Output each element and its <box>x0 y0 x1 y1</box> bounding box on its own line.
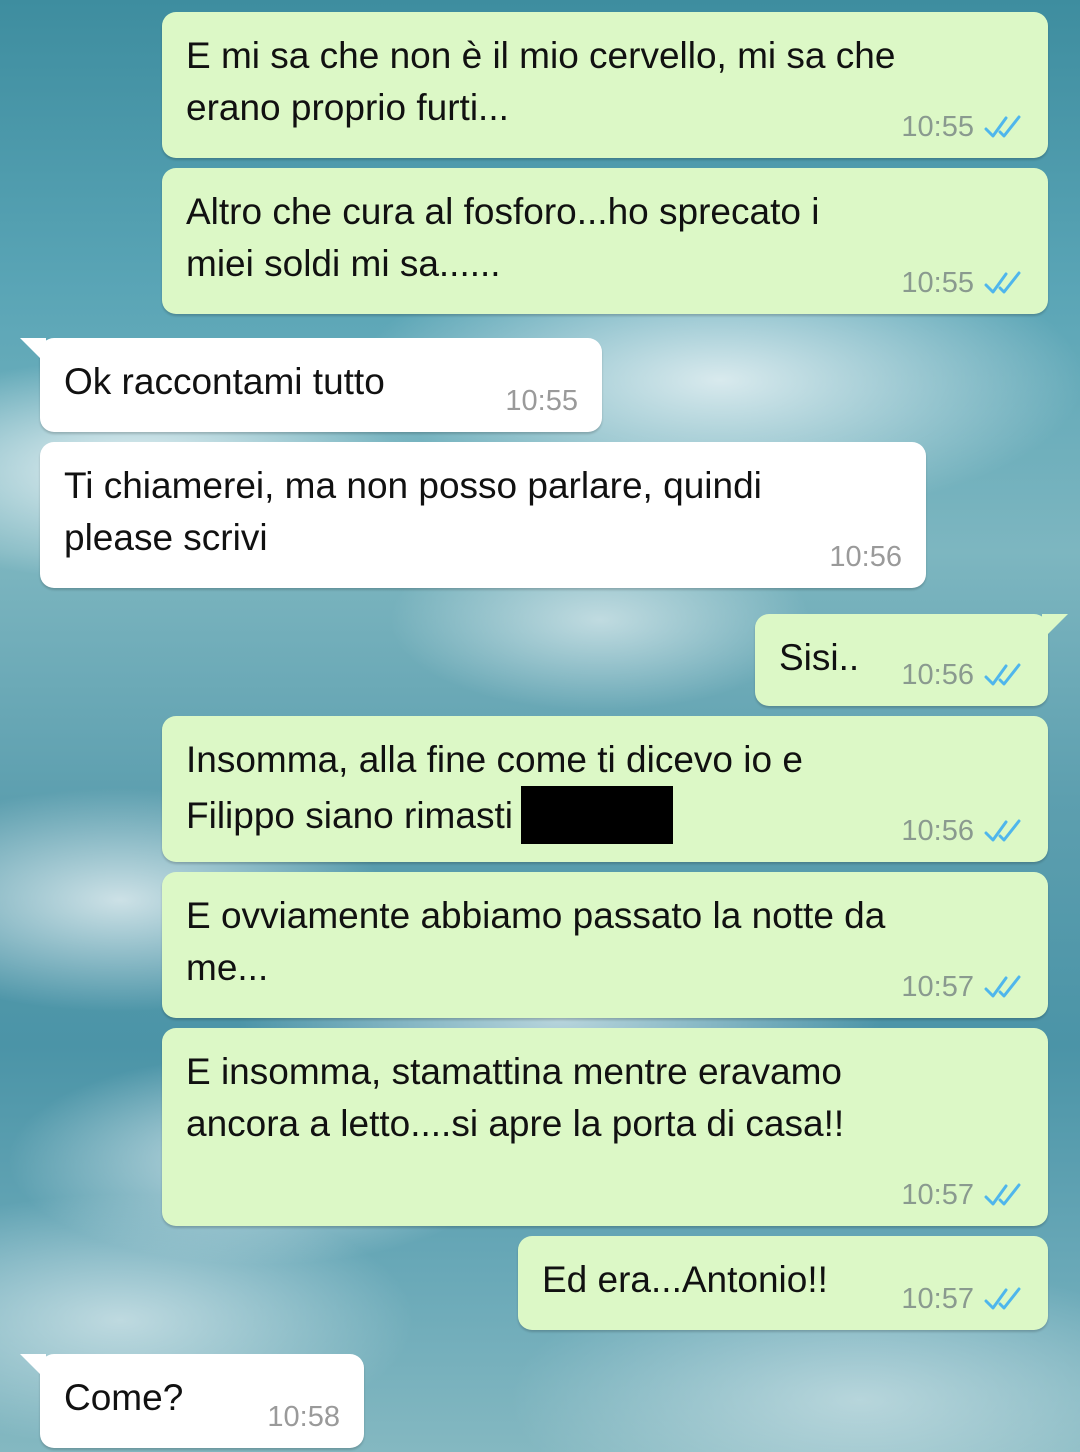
message-meta: 10:56 <box>901 814 1024 848</box>
message-outgoing[interactable]: Ed era...Antonio!! 10:57 <box>518 1236 1048 1330</box>
double-check-icon <box>984 271 1021 294</box>
message-text: Ti chiamerei, ma non posso parlare, quin… <box>64 465 762 558</box>
bubble-tail <box>20 1354 46 1380</box>
message-time: 10:56 <box>901 659 974 691</box>
message-text: Altro che cura al fosforo...ho sprecato … <box>186 191 820 284</box>
message-time: 10:55 <box>505 385 578 417</box>
message-incoming[interactable]: Come? 10:58 <box>20 1354 364 1448</box>
double-check-icon <box>984 1183 1021 1206</box>
double-check-icon <box>984 975 1021 998</box>
message-time: 10:56 <box>901 815 974 847</box>
message-outgoing[interactable]: Insomma, alla fine come ti dicevo io e F… <box>162 716 1048 862</box>
bubble-tail <box>1042 614 1068 640</box>
message-meta: 10:57 <box>901 1282 1024 1316</box>
message-time: 10:56 <box>829 541 902 573</box>
double-check-icon <box>984 663 1021 686</box>
bubble-tail <box>20 338 46 364</box>
message-meta: 10:56 <box>901 658 1024 692</box>
message-outgoing[interactable]: Sisi.. 10:56 <box>755 614 1068 706</box>
message-time: 10:57 <box>901 1179 974 1211</box>
message-text-content: Insomma, alla fine come ti dicevo io e F… <box>186 739 803 836</box>
message-text: E insomma, stamattina mentre eravamo anc… <box>186 1051 845 1144</box>
message-time: 10:55 <box>901 267 974 299</box>
double-check-icon <box>984 1287 1021 1310</box>
message-time: 10:57 <box>901 1283 974 1315</box>
message-text: E mi sa che non è il mio cervello, mi sa… <box>186 35 896 128</box>
double-check-icon <box>984 819 1021 842</box>
message-incoming[interactable]: Ti chiamerei, ma non posso parlare, quin… <box>40 442 926 588</box>
message-outgoing[interactable]: E mi sa che non è il mio cervello, mi sa… <box>162 12 1048 158</box>
message-meta: 10:57 <box>901 970 1024 1004</box>
message-text: E ovviamente abbiamo passato la notte da… <box>186 895 886 988</box>
message-outgoing[interactable]: E insomma, stamattina mentre eravamo anc… <box>162 1028 1048 1226</box>
message-time: 10:57 <box>901 971 974 1003</box>
message-text: Insomma, alla fine come ti dicevo io e F… <box>186 734 1020 844</box>
double-check-icon <box>984 115 1021 138</box>
message-time: 10:58 <box>267 1401 340 1433</box>
message-time: 10:55 <box>901 111 974 143</box>
message-meta: 10:55 <box>901 266 1024 300</box>
message-meta: 10:55 <box>505 384 578 418</box>
message-meta: 10:55 <box>901 110 1024 144</box>
message-text: Ok raccontami tutto <box>64 361 385 402</box>
message-meta: 10:56 <box>829 540 902 574</box>
message-incoming[interactable]: Ok raccontami tutto 10:55 <box>20 338 602 432</box>
chat-thread: E mi sa che non è il mio cervello, mi sa… <box>0 0 1080 1452</box>
message-outgoing[interactable]: E ovviamente abbiamo passato la notte da… <box>162 872 1048 1018</box>
redaction-block <box>520 786 673 844</box>
message-meta: 10:58 <box>267 1400 340 1434</box>
message-meta: 10:57 <box>901 1178 1024 1212</box>
message-outgoing[interactable]: Altro che cura al fosforo...ho sprecato … <box>162 168 1048 314</box>
